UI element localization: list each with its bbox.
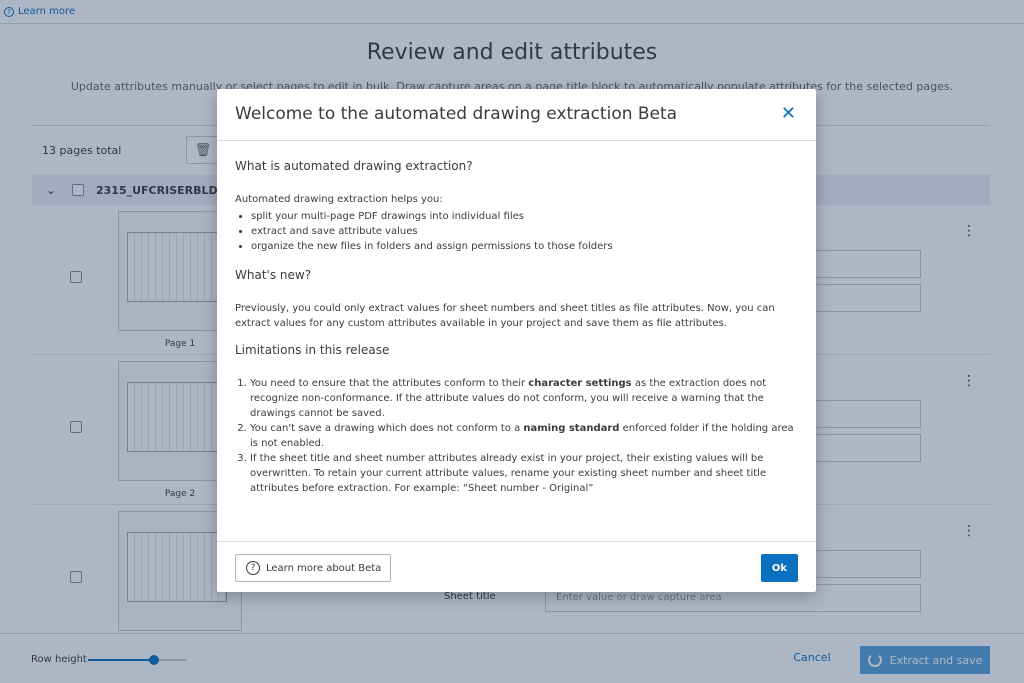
ok-button[interactable]: Ok [761,554,798,582]
help-circle-icon: ? [246,561,260,575]
list-item: You can't save a drawing which does not … [250,421,801,451]
new-heading: What's new? [235,268,312,282]
list-item: If the sheet title and sheet number attr… [250,451,801,496]
limits-heading: Limitations in this release [235,343,390,357]
list-item: extract and save attribute values [251,224,801,239]
what-intro: Automated drawing extraction helps you: [235,194,443,205]
dialog-footer: ? Learn more about Beta Ok [217,541,816,592]
dialog-header: Welcome to the automated drawing extract… [217,89,816,141]
what-list: split your multi-page PDF drawings into … [235,209,801,254]
list-item: split your multi-page PDF drawings into … [251,209,801,224]
welcome-dialog: Welcome to the automated drawing extract… [217,89,816,592]
learn-more-beta-label: Learn more about Beta [266,562,382,574]
new-text: Previously, you could only extract value… [235,303,775,329]
list-item: organize the new files in folders and as… [251,239,801,254]
close-icon[interactable]: ✕ [781,103,796,125]
learn-more-beta-button[interactable]: ? Learn more about Beta [235,554,391,582]
limits-list: You need to ensure that the attributes c… [235,376,801,496]
dialog-body: What is automated drawing extraction? Au… [235,159,801,508]
list-item: You need to ensure that the attributes c… [250,376,801,421]
dialog-title: Welcome to the automated drawing extract… [235,104,678,124]
what-heading: What is automated drawing extraction? [235,159,473,173]
